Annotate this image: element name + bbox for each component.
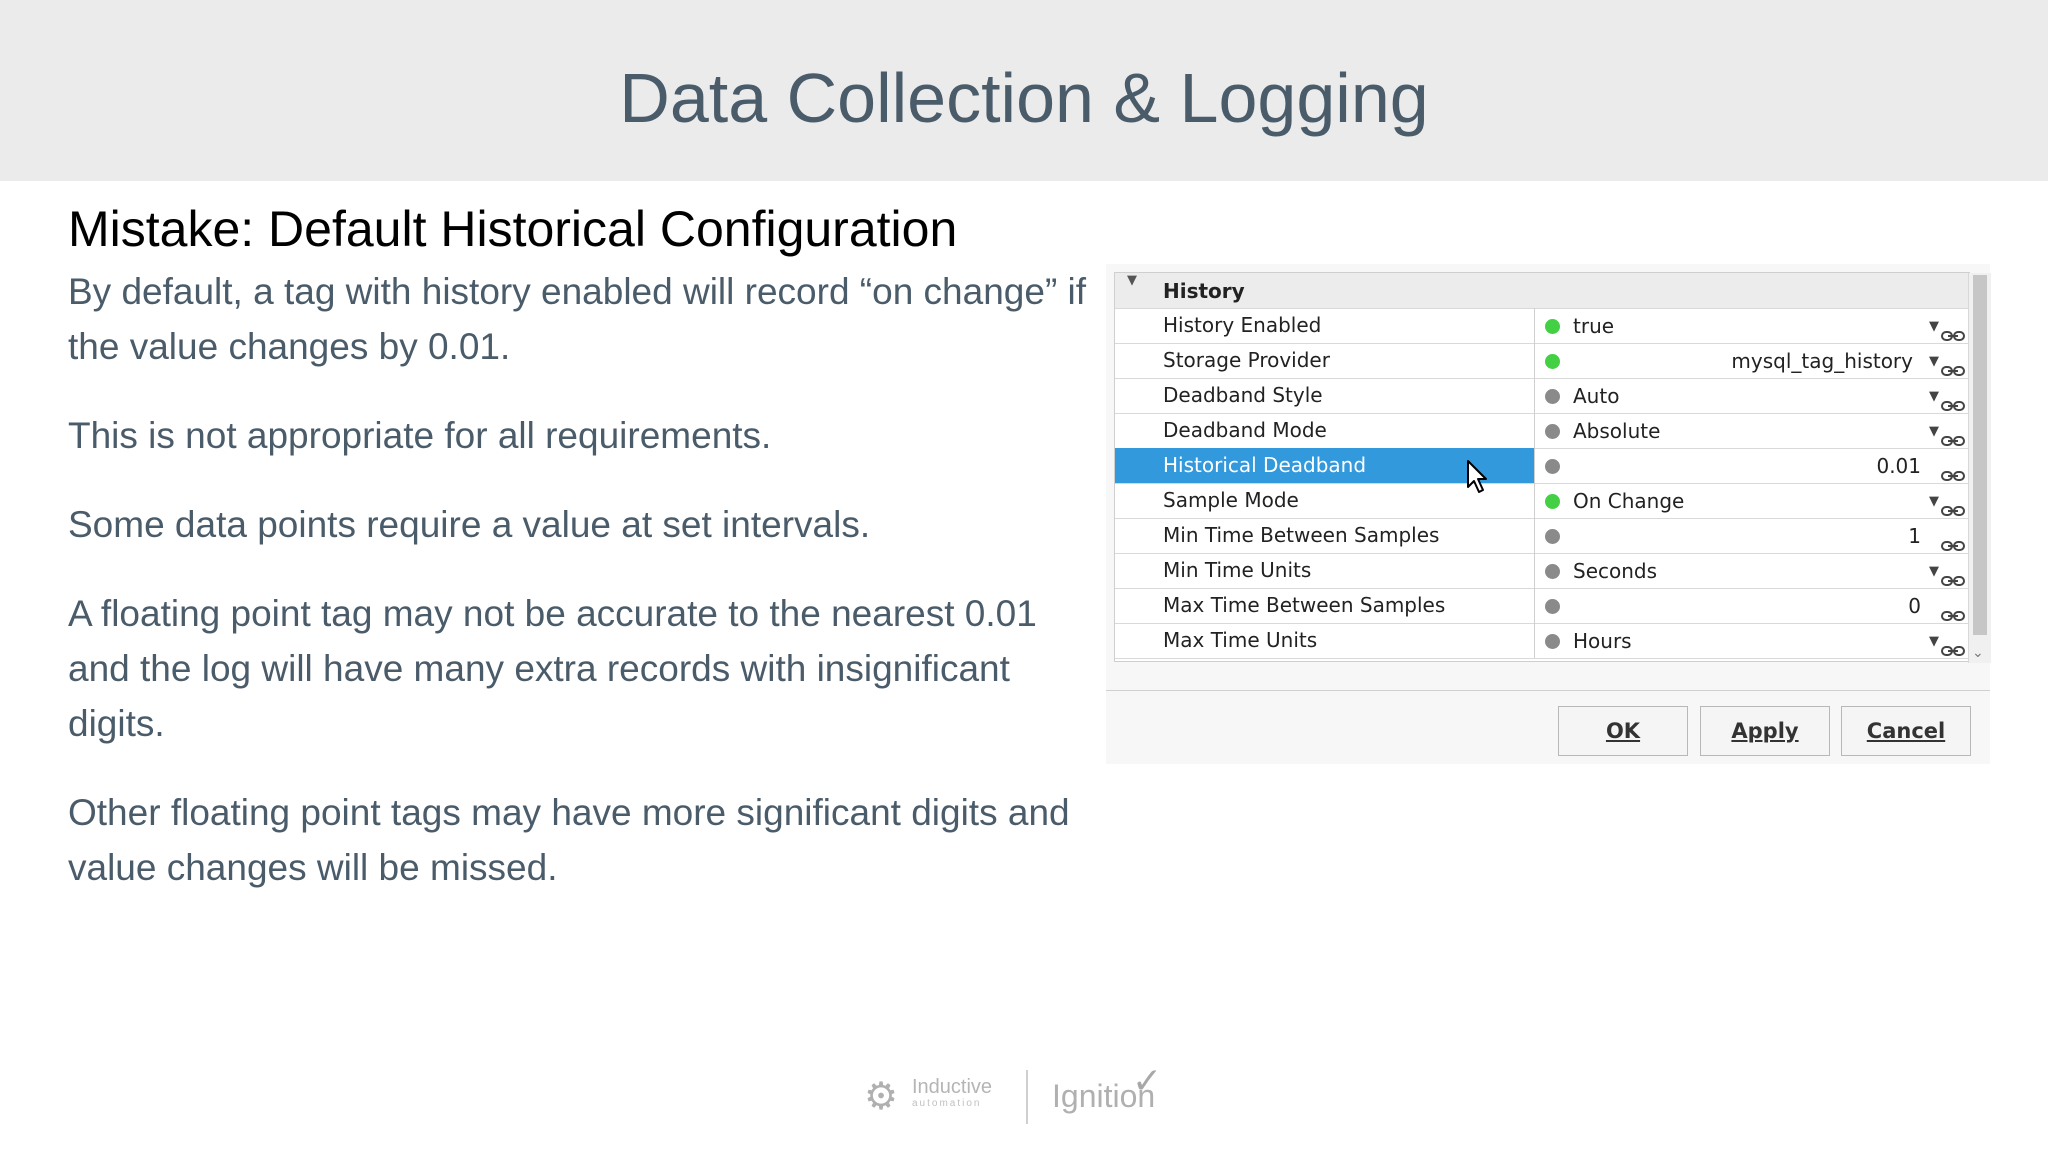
property-value[interactable]: Seconds	[1573, 553, 1657, 590]
property-row[interactable]: Max Time Units Hours ▼	[1115, 623, 1969, 659]
property-value[interactable]: true	[1573, 308, 1614, 345]
paragraph: By default, a tag with history enabled w…	[68, 271, 1087, 367]
slide-heading: Mistake: Default Historical Configuratio…	[68, 201, 958, 257]
paragraph: A floating point tag may not be accurate…	[68, 593, 1037, 744]
property-name[interactable]: Max Time Between Samples	[1115, 588, 1535, 623]
property-table: ▼ History History Enabled true ▼ Storage Pr…	[1114, 272, 1991, 663]
status-dot-icon	[1545, 389, 1560, 404]
binding-link-icon[interactable]	[1941, 493, 1965, 516]
property-value[interactable]: 1	[1908, 518, 1921, 555]
property-name[interactable]: Deadband Style	[1115, 378, 1535, 413]
property-row[interactable]: Max Time Between Samples 0	[1115, 588, 1969, 624]
paragraph: This is not appropriate for all requirem…	[68, 415, 772, 456]
slide-title: Data Collection & Logging	[619, 59, 1429, 137]
group-label: History	[1163, 279, 1245, 303]
property-row[interactable]: Min Time Units Seconds ▼	[1115, 553, 1969, 589]
property-value[interactable]: Auto	[1573, 378, 1619, 415]
status-dot-icon	[1545, 634, 1560, 649]
status-dot-icon	[1545, 319, 1560, 334]
status-dot-icon	[1545, 424, 1560, 439]
binding-link-icon[interactable]	[1941, 598, 1965, 621]
dropdown-caret-icon[interactable]: ▼	[1929, 378, 1939, 415]
binding-link-icon[interactable]	[1941, 563, 1965, 586]
inductive-logo-subtext: automation	[912, 1098, 982, 1109]
slide-content: Mistake: Default Historical Configuratio…	[68, 198, 1088, 929]
ignition-check-icon: ✓	[1132, 1060, 1163, 1101]
ok-button[interactable]: OK	[1558, 706, 1688, 756]
dropdown-caret-icon[interactable]: ▼	[1929, 343, 1939, 380]
dropdown-caret-icon[interactable]: ▼	[1929, 553, 1939, 590]
property-value[interactable]: mysql_tag_history	[1731, 343, 1913, 380]
property-row[interactable]: Sample Mode On Change ▼	[1115, 483, 1969, 519]
property-row[interactable]: Storage Provider mysql_tag_history ▼	[1115, 343, 1969, 379]
dropdown-caret-icon[interactable]: ▼	[1929, 308, 1939, 345]
property-value-cell[interactable]: On Change ▼	[1535, 483, 1969, 518]
paragraph: Some data points require a value at set …	[68, 504, 871, 545]
property-value-cell[interactable]: Absolute ▼	[1535, 413, 1969, 448]
binding-link-icon[interactable]	[1941, 423, 1965, 446]
divider	[1106, 690, 1990, 691]
tag-editor-screenshot: ▼ History History Enabled true ▼ Storage Pr…	[1106, 264, 1991, 764]
property-row[interactable]: Deadband Style Auto ▼	[1115, 378, 1969, 414]
property-value-cell[interactable]: true ▼	[1535, 308, 1969, 343]
status-dot-icon	[1545, 599, 1560, 614]
mouse-cursor-icon	[1467, 460, 1487, 493]
binding-link-icon[interactable]	[1941, 318, 1965, 341]
property-value-cell[interactable]: Auto ▼	[1535, 378, 1969, 413]
property-row[interactable]: Deadband Mode Absolute ▼	[1115, 413, 1969, 449]
property-value-cell[interactable]: Hours ▼	[1535, 623, 1969, 658]
scrollbar-thumb[interactable]	[1973, 275, 1987, 635]
dropdown-caret-icon[interactable]: ▼	[1929, 483, 1939, 520]
property-value[interactable]: Absolute	[1573, 413, 1660, 450]
property-row[interactable]: History Enabled true ▼	[1115, 308, 1969, 344]
status-dot-icon	[1545, 564, 1560, 579]
group-row-history[interactable]: ▼ History	[1115, 273, 1969, 309]
binding-link-icon[interactable]	[1941, 458, 1965, 481]
binding-link-icon[interactable]	[1941, 633, 1965, 656]
slide-header: Data Collection & Logging	[0, 0, 2048, 181]
property-name[interactable]: Max Time Units	[1115, 623, 1535, 658]
property-name[interactable]: Storage Provider	[1115, 343, 1535, 378]
status-dot-icon	[1545, 459, 1560, 474]
binding-link-icon[interactable]	[1941, 528, 1965, 551]
paragraph: Other floating point tags may have more …	[68, 792, 1070, 888]
dropdown-caret-icon[interactable]: ▼	[1929, 623, 1939, 660]
scroll-down-icon[interactable]: ⌄	[1972, 644, 1984, 661]
dropdown-caret-icon[interactable]: ▼	[1929, 413, 1939, 450]
property-value[interactable]: 0	[1908, 588, 1921, 625]
footer-logos: ⚙ Inductive automation Ignition ✓	[862, 1054, 1182, 1124]
binding-link-icon[interactable]	[1941, 353, 1965, 376]
logo-divider	[1026, 1070, 1028, 1124]
property-name[interactable]: Min Time Units	[1115, 553, 1535, 588]
property-value-cell[interactable]: 0	[1535, 588, 1969, 623]
status-dot-icon	[1545, 494, 1560, 509]
cancel-button[interactable]: Cancel	[1841, 706, 1971, 756]
property-value[interactable]: 0.01	[1876, 448, 1921, 485]
inductive-logo-text: Inductive	[912, 1076, 993, 1098]
property-name[interactable]: History Enabled	[1115, 308, 1535, 343]
status-dot-icon	[1545, 354, 1560, 369]
property-value[interactable]: On Change	[1573, 483, 1684, 520]
property-row[interactable]: Historical Deadband 0.01	[1115, 448, 1969, 484]
property-value-cell[interactable]: Seconds ▼	[1535, 553, 1969, 588]
property-name[interactable]: Min Time Between Samples	[1115, 518, 1535, 553]
apply-button[interactable]: Apply	[1700, 706, 1830, 756]
property-value-cell[interactable]: mysql_tag_history ▼	[1535, 343, 1969, 378]
property-value-cell[interactable]: 1	[1535, 518, 1969, 553]
property-value-cell[interactable]: 0.01	[1535, 448, 1969, 483]
binding-link-icon[interactable]	[1941, 388, 1965, 411]
status-dot-icon	[1545, 529, 1560, 544]
property-row[interactable]: Min Time Between Samples 1	[1115, 518, 1969, 554]
property-name[interactable]: Deadband Mode	[1115, 413, 1535, 448]
inductive-gear-icon: ⚙	[864, 1076, 899, 1118]
vertical-scrollbar[interactable]: ⌄	[1968, 273, 1991, 663]
property-value[interactable]: Hours	[1573, 623, 1632, 660]
